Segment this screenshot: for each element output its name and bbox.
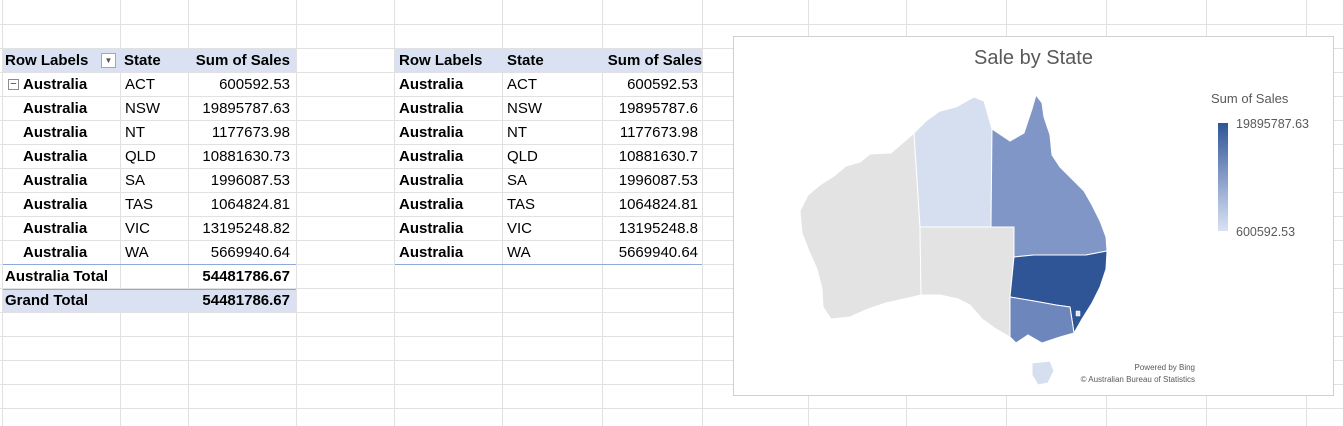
table-cell-sales[interactable]: 19895787.6 [602,97,704,120]
table-cell-sales[interactable]: 1064824.81 [602,193,704,216]
table-cell-state[interactable]: TAS [507,193,535,216]
pivot-cell-sales[interactable]: 19895787.63 [188,97,296,120]
pivot-cell-sales[interactable]: 13195248.82 [188,217,296,240]
table-header-state[interactable]: State [507,49,544,72]
state-act[interactable] [1075,310,1081,317]
pivot-cell-country[interactable]: Australia [23,193,87,216]
legend-max-label: 19895787.63 [1236,117,1309,131]
table-header-sum-of-sales[interactable]: Sum of Sales [602,49,710,72]
legend-color-scale [1218,123,1228,231]
legend-min-label: 600592.53 [1236,225,1296,239]
pivot-cell-state[interactable]: WA [120,241,149,264]
collapse-minus-icon[interactable]: − [8,79,19,90]
powered-by-text: Powered by Bing [1134,363,1195,372]
state-sa[interactable] [919,226,1015,338]
pivot-subtotal-value[interactable]: 54481786.67 [188,265,296,288]
pivot-cell-country[interactable]: Australia [23,97,87,120]
pivot-cell-sales[interactable]: 1064824.81 [188,193,296,216]
state-wa[interactable] [799,131,922,320]
table-cell-sales[interactable]: 1177673.98 [602,121,704,144]
table-cell-state[interactable]: NSW [507,97,542,120]
pivot-grand-total-value[interactable]: 54481786.67 [188,289,296,312]
pivot-cell-state[interactable]: NSW [120,97,160,120]
table-cell-state[interactable]: ACT [507,73,537,96]
pivot-cell-country[interactable]: Australia [23,241,87,264]
pivot-cell-state[interactable]: QLD [120,145,156,168]
table-cell-sales[interactable]: 5669940.64 [602,241,704,264]
table-cell-country[interactable]: Australia [399,145,463,168]
table-cell-country[interactable]: Australia [399,193,463,216]
pivot-cell-country[interactable]: Australia [23,121,87,144]
table-cell-state[interactable]: SA [507,169,527,192]
pivot-header-row-labels[interactable]: Row Labels [5,49,88,72]
table-cell-country[interactable]: Australia [399,97,463,120]
pivot-cell-sales[interactable]: 5669940.64 [188,241,296,264]
pivot-cell-sales[interactable]: 10881630.73 [188,145,296,168]
table-cell-state[interactable]: NT [507,121,527,144]
pivot-cell-state[interactable]: VIC [120,217,150,240]
table-cell-state[interactable]: WA [507,241,531,264]
table-cell-sales[interactable]: 10881630.7 [602,145,704,168]
map-chart[interactable]: Sale by State Sum of Sales 19895787.63 6… [733,36,1334,396]
table-cell-country[interactable]: Australia [399,169,463,192]
pivot-subtotal-label[interactable]: Australia Total [5,265,108,288]
table-header-row-labels[interactable]: Row Labels [399,49,482,72]
table-cell-state[interactable]: VIC [507,217,532,240]
pivot-cell-state[interactable]: NT [120,121,145,144]
state-nt[interactable] [913,96,993,228]
table-bottom-border [395,264,702,265]
pivot-header-state[interactable]: State [124,49,161,72]
pivot-header-sum-of-sales[interactable]: Sum of Sales [188,49,296,72]
pivot-cell-country[interactable]: Australia [23,145,87,168]
pivot-cell-country[interactable]: Australia [23,169,87,192]
pivot-cell-country[interactable]: Australia [23,217,87,240]
table-cell-country[interactable]: Australia [399,73,463,96]
pivot-cell-sales[interactable]: 1996087.53 [188,169,296,192]
legend-title: Sum of Sales [1211,91,1289,106]
pivot-cell-state[interactable]: TAS [120,193,153,216]
pivot-cell-sales[interactable]: 1177673.98 [188,121,296,144]
table-cell-country[interactable]: Australia [399,241,463,264]
table-cell-country[interactable]: Australia [399,121,463,144]
table-cell-country[interactable]: Australia [399,217,463,240]
pivot-cell-sales[interactable]: 600592.53 [188,73,296,96]
copyright-text: © Australian Bureau of Statistics [1080,375,1195,384]
table-cell-sales[interactable]: 1996087.53 [602,169,704,192]
pivot-cell-state[interactable]: SA [120,169,145,192]
state-tas[interactable] [1031,360,1055,386]
table-cell-state[interactable]: QLD [507,145,538,168]
pivot-group-label[interactable]: Australia [23,73,87,96]
pivot-grand-total-label[interactable]: Grand Total [5,289,88,312]
table-cell-sales[interactable]: 600592.53 [602,73,704,96]
pivot-cell-state[interactable]: ACT [120,73,155,96]
table-cell-sales[interactable]: 13195248.8 [602,217,704,240]
filter-dropdown-icon[interactable]: ▼ [101,53,116,68]
